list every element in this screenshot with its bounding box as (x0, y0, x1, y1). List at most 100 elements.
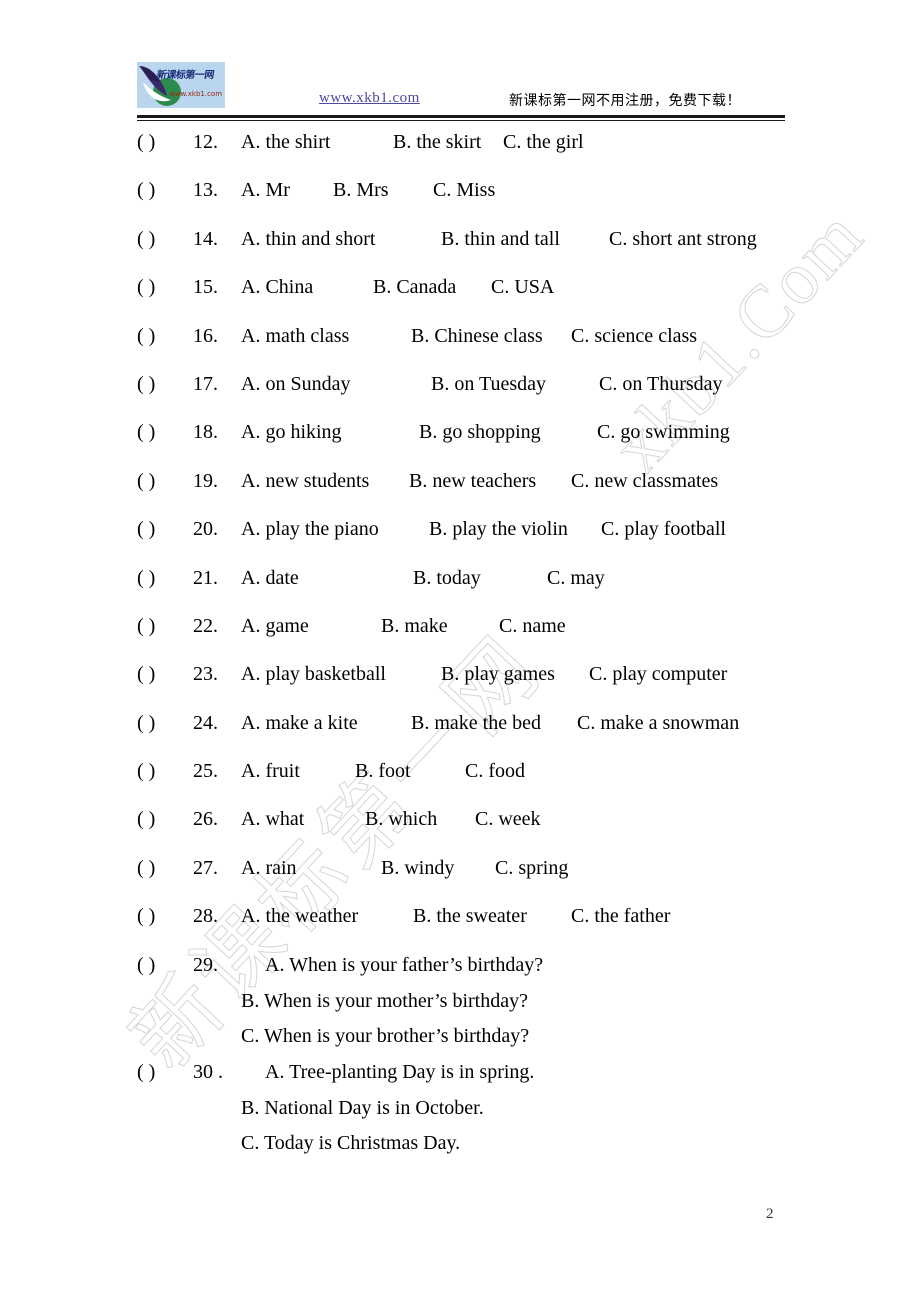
answer-blank[interactable]: ( ) (137, 176, 193, 204)
header-row: 新课标第一网 www.xkb1.com www.xkb1.com 新课标第一网不… (137, 60, 785, 112)
question-row: ( ) 26. A. what B. which C. week (137, 805, 837, 853)
option-choice[interactable]: A. the shirt (241, 128, 330, 156)
option-choice[interactable]: B. Mrs (333, 176, 389, 204)
option-choice[interactable]: A. rain (241, 854, 297, 882)
option-choice[interactable]: B. When is your mother’s birthday? (137, 987, 837, 1023)
option-choice[interactable]: A. fruit (241, 757, 300, 785)
logo-brand-text: 新课标第一网 (155, 70, 215, 81)
option-choice[interactable]: C. go swimming (597, 418, 730, 446)
question-number: 22. (193, 614, 218, 637)
option-choice[interactable]: B. National Day is in October. (137, 1094, 837, 1130)
option-choice[interactable]: A. thin and short (241, 225, 375, 253)
option-choice[interactable]: C. spring (495, 854, 568, 882)
option-choice[interactable]: A. game (241, 612, 309, 640)
option-choice[interactable]: C. Miss (433, 176, 495, 204)
option-choice[interactable]: C. science class (571, 322, 697, 350)
answer-blank[interactable]: ( ) (137, 854, 193, 882)
header-website-link[interactable]: www.xkb1.com (319, 90, 420, 107)
answer-blank[interactable]: ( ) (137, 128, 193, 156)
option-choice[interactable]: A. what (241, 805, 304, 833)
option-choice[interactable]: A. Mr (241, 176, 290, 204)
option-choice[interactable]: C. make a snowman (577, 709, 739, 737)
page-number: 2 (766, 1206, 774, 1222)
answer-blank[interactable]: ( ) (137, 902, 193, 930)
question-number: 19. (193, 469, 218, 492)
question-row: ( ) 30 . A. Tree-planting Day is in spring… (137, 1058, 837, 1094)
question-row: ( ) 27. A. rain B. windy C. spring (137, 854, 837, 902)
option-choice[interactable]: C. the girl (503, 128, 584, 156)
option-choice[interactable]: C. the father (571, 902, 670, 930)
question-row: ( ) 20. A. play the piano B. play the violi… (137, 515, 837, 563)
option-choice[interactable]: C. play football (601, 515, 726, 543)
option-choice[interactable]: B. make the bed (411, 709, 541, 737)
answer-blank[interactable]: ( ) (137, 805, 193, 833)
option-choice[interactable]: C. new classmates (571, 467, 718, 495)
option-choice[interactable]: A. math class (241, 322, 349, 350)
question-row: ( ) 14. A. thin and short B. thin and tall C… (137, 225, 837, 273)
answer-blank[interactable]: ( ) (137, 1058, 193, 1086)
option-choice[interactable]: C. may (547, 564, 605, 592)
answer-blank[interactable]: ( ) (137, 660, 193, 688)
answer-blank[interactable]: ( ) (137, 757, 193, 785)
option-choice[interactable]: A. Tree-planting Day is in spring. (265, 1058, 534, 1086)
option-choice[interactable]: B. play games (441, 660, 555, 688)
answer-blank[interactable]: ( ) (137, 564, 193, 592)
question-number: 24. (193, 711, 218, 734)
option-choice[interactable]: B. Canada (373, 273, 456, 301)
option-choice[interactable]: B. Chinese class (411, 322, 543, 350)
question-row: ( ) 17. A. on Sunday B. on Tuesday C. on Thu… (137, 370, 837, 418)
question-number: 12. (193, 131, 218, 153)
option-choice[interactable]: B. new teachers (409, 467, 536, 495)
question-number: 16. (193, 324, 218, 347)
option-choice[interactable]: B. foot (355, 757, 411, 785)
question-row: ( ) 23. A. play basketball B. play games C. … (137, 660, 837, 708)
option-choice[interactable]: B. on Tuesday (431, 370, 546, 398)
answer-blank[interactable]: ( ) (137, 225, 193, 253)
option-choice[interactable]: A. date (241, 564, 299, 592)
option-choice[interactable]: B. play the violin (429, 515, 568, 543)
document-page: xkb1.Com 新课标第一网 新课标第一网 www.xkb1.com www.… (0, 0, 920, 1302)
option-choice[interactable]: A. go hiking (241, 418, 342, 446)
option-choice[interactable]: A. When is your father’s birthday? (265, 951, 543, 979)
answer-blank[interactable]: ( ) (137, 273, 193, 301)
option-choice[interactable]: A. China (241, 273, 313, 301)
option-choice[interactable]: C. food (465, 757, 525, 785)
question-list: ( ) 12. A. the shirt B. the skirt C. the gir… (137, 128, 837, 1165)
header-promo-text: 新课标第一网不用注册，免费下载！ (509, 93, 741, 109)
header-divider (137, 115, 785, 121)
option-choice[interactable]: B. thin and tall (441, 225, 560, 253)
option-choice[interactable]: C. USA (491, 273, 554, 301)
option-choice[interactable]: C. week (475, 805, 541, 833)
option-choice[interactable]: B. which (365, 805, 437, 833)
option-choice[interactable]: B. today (413, 564, 481, 592)
question-number: 29. (193, 953, 218, 976)
option-choice[interactable]: A. on Sunday (241, 370, 350, 398)
question-number: 30 . (193, 1060, 223, 1083)
option-choice[interactable]: A. new students (241, 467, 369, 495)
answer-blank[interactable]: ( ) (137, 418, 193, 446)
option-choice[interactable]: A. play basketball (241, 660, 386, 688)
option-choice[interactable]: A. the weather (241, 902, 358, 930)
answer-blank[interactable]: ( ) (137, 951, 193, 979)
question-row: ( ) 18. A. go hiking B. go shopping C. go sw… (137, 418, 837, 466)
answer-blank[interactable]: ( ) (137, 612, 193, 640)
option-choice[interactable]: B. the sweater (413, 902, 527, 930)
option-choice[interactable]: C. Today is Christmas Day. (137, 1129, 837, 1165)
question-row: ( ) 12. A. the shirt B. the skirt C. the gir… (137, 128, 837, 176)
option-choice[interactable]: A. make a kite (241, 709, 358, 737)
option-choice[interactable]: C. short ant strong (609, 225, 757, 253)
answer-blank[interactable]: ( ) (137, 709, 193, 737)
option-choice[interactable]: A. play the piano (241, 515, 379, 543)
option-choice[interactable]: B. windy (381, 854, 454, 882)
option-choice[interactable]: C. play computer (589, 660, 727, 688)
answer-blank[interactable]: ( ) (137, 515, 193, 543)
answer-blank[interactable]: ( ) (137, 322, 193, 350)
option-choice[interactable]: B. go shopping (419, 418, 541, 446)
answer-blank[interactable]: ( ) (137, 467, 193, 495)
answer-blank[interactable]: ( ) (137, 370, 193, 398)
option-choice[interactable]: C. When is your brother’s birthday? (137, 1022, 837, 1058)
option-choice[interactable]: C. on Thursday (599, 370, 723, 398)
option-choice[interactable]: B. the skirt (393, 128, 481, 156)
option-choice[interactable]: B. make (381, 612, 448, 640)
option-choice[interactable]: C. name (499, 612, 566, 640)
